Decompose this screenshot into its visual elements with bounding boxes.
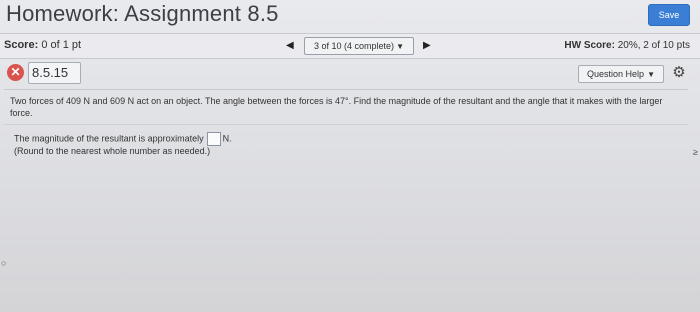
save-button[interactable]: Save <box>648 4 690 26</box>
answer-line: The magnitude of the resultant is approx… <box>14 132 232 146</box>
question-help-label: Question Help <box>587 69 645 79</box>
page-title: Homework: Assignment 8.5 <box>6 1 279 26</box>
previous-question-icon[interactable]: ◀ <box>286 40 294 51</box>
score: Score: 0 of 1 pt <box>4 39 81 51</box>
question-header: ✕ 8.5.15 Question Help ▼ ⚙ <box>0 59 700 87</box>
incorrect-x-icon: ✕ <box>7 64 24 81</box>
gear-icon[interactable]: ⚙ <box>670 64 688 82</box>
left-edge-glyph: ○ <box>1 258 7 268</box>
chevron-down-icon: ▼ <box>396 42 404 51</box>
score-label: Score: <box>4 39 39 51</box>
answer-area: The magnitude of the resultant is approx… <box>4 124 688 165</box>
question-text: Two forces of 409 N and 609 N act on an … <box>10 96 663 118</box>
rounding-note: (Round to the nearest whole number as ne… <box>14 146 211 156</box>
header: Homework: Assignment 8.5 Save <box>0 0 700 32</box>
question-selector-label: 3 of 10 (4 complete) <box>314 41 395 51</box>
chevron-down-icon: ▼ <box>647 70 655 79</box>
page: Homework: Assignment 8.5 Save Score: 0 o… <box>0 0 700 312</box>
question-pager: ◀ 3 of 10 (4 complete) ▼ ▶ <box>280 37 440 55</box>
question-id: 8.5.15 <box>28 62 81 84</box>
answer-prompt: The magnitude of the resultant is approx… <box>14 133 204 144</box>
answer-unit: N. <box>222 133 232 144</box>
score-bar: Score: 0 of 1 pt ◀ 3 of 10 (4 complete) ▼… <box>0 33 700 59</box>
score-value: 0 of 1 pt <box>41 39 82 51</box>
answer-input[interactable] <box>206 132 221 146</box>
hw-score-label: HW Score: <box>564 40 615 51</box>
right-edge-glyph: ≥ <box>693 147 698 157</box>
next-question-icon[interactable]: ▶ <box>423 40 431 51</box>
hw-score: HW Score: 20%, 2 of 10 pts <box>564 40 690 51</box>
hw-score-value: 20%, 2 of 10 pts <box>617 40 690 51</box>
question-box: Two forces of 409 N and 609 N act on an … <box>4 89 688 124</box>
question-help-button[interactable]: Question Help ▼ <box>578 65 664 83</box>
question-selector[interactable]: 3 of 10 (4 complete) ▼ <box>304 37 414 55</box>
